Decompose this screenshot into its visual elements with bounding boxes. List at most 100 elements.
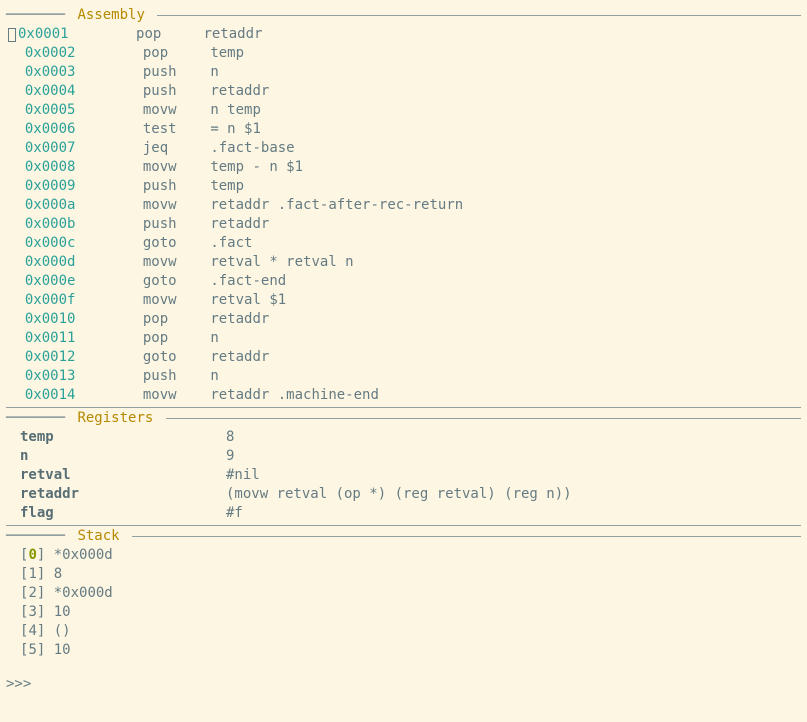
assembly-line[interactable]: 0x000a movw retaddr .fact-after-rec-retu… xyxy=(6,196,801,215)
operands: retval $1 xyxy=(210,292,286,308)
assembly-line[interactable]: 0x000c goto .fact xyxy=(6,234,801,253)
assembly-line[interactable]: 0x0003 push n xyxy=(6,63,801,82)
bracket-close: ] xyxy=(37,547,54,563)
stack-value: 10 xyxy=(54,604,71,620)
stack-value: () xyxy=(54,623,71,639)
spacer xyxy=(75,330,142,346)
operands: retaddr xyxy=(203,26,262,42)
spacer xyxy=(75,102,142,118)
address: 0x0007 xyxy=(25,140,76,156)
gutter xyxy=(8,330,25,346)
bracket-close: ] xyxy=(37,623,54,639)
header-dash-gap xyxy=(149,6,157,25)
stack-row: [5] 10 xyxy=(6,641,801,660)
registers-panel-header: ─────── Registers xyxy=(6,409,801,428)
assembly-line[interactable]: 0x0009 push temp xyxy=(6,177,801,196)
gutter xyxy=(8,254,25,270)
address: 0x000c xyxy=(25,235,76,251)
stack-index: 2 xyxy=(28,585,36,601)
spacer xyxy=(75,121,142,137)
assembly-line[interactable]: 0x000e goto .fact-end xyxy=(6,272,801,291)
operands: = n $1 xyxy=(210,121,261,137)
operands: retaddr .fact-after-rec-return xyxy=(210,197,463,213)
assembly-line[interactable]: 0x0011 pop n xyxy=(6,329,801,348)
register-name: retval xyxy=(20,466,226,485)
repl-prompt[interactable]: >>> xyxy=(6,660,801,694)
register-row: retval#nil xyxy=(6,466,801,485)
spacer xyxy=(75,368,142,384)
assembly-line[interactable]: 0x0012 goto retaddr xyxy=(6,348,801,367)
stack-value: *0x000d xyxy=(54,585,113,601)
assembly-line[interactable]: 0x000f movw retval $1 xyxy=(6,291,801,310)
stack-row: [4] () xyxy=(6,622,801,641)
stack-row: [1] 8 xyxy=(6,565,801,584)
register-value: 8 xyxy=(226,428,234,447)
spacer xyxy=(75,159,142,175)
operands: n temp xyxy=(210,102,261,118)
assembly-line[interactable]: 0x0001 pop retaddr xyxy=(6,25,801,44)
stack-row: [0] *0x000d xyxy=(6,546,801,565)
assembly-line[interactable]: 0x0008 movw temp - n $1 xyxy=(6,158,801,177)
operands: .fact-base xyxy=(210,140,294,156)
assembly-line[interactable]: 0x0004 push retaddr xyxy=(6,82,801,101)
mnemonic: movw xyxy=(143,292,210,308)
gutter xyxy=(8,387,25,403)
header-dash-gap xyxy=(157,409,165,428)
spacer xyxy=(75,387,142,403)
spacer xyxy=(75,64,142,80)
assembly-line[interactable]: 0x0006 test = n $1 xyxy=(6,120,801,139)
operands: .fact-end xyxy=(210,273,286,289)
mnemonic: pop xyxy=(143,311,210,327)
address: 0x0010 xyxy=(25,311,76,327)
address: 0x0013 xyxy=(25,368,76,384)
mnemonic: movw xyxy=(143,254,210,270)
gutter xyxy=(8,45,25,61)
mnemonic: pop xyxy=(143,45,210,61)
spacer xyxy=(75,349,142,365)
register-name: retaddr xyxy=(20,485,226,504)
assembly-line[interactable]: 0x0005 movw n temp xyxy=(6,101,801,120)
assembly-line[interactable]: 0x0014 movw retaddr .machine-end xyxy=(6,386,801,405)
operands: retaddr xyxy=(210,216,269,232)
operands: retaddr xyxy=(210,83,269,99)
address: 0x0006 xyxy=(25,121,76,137)
assembly-listing[interactable]: 0x0001 pop retaddr 0x0002 pop temp 0x000… xyxy=(6,25,801,405)
gutter xyxy=(8,349,25,365)
assembly-line[interactable]: 0x0007 jeq .fact-base xyxy=(6,139,801,158)
assembly-title: Assembly xyxy=(73,6,148,25)
gutter xyxy=(8,216,25,232)
stack-index: 4 xyxy=(28,623,36,639)
mnemonic: test xyxy=(143,121,210,137)
mnemonic: movw xyxy=(143,102,210,118)
mnemonic: push xyxy=(143,178,210,194)
register-row: flag#f xyxy=(6,504,801,523)
address: 0x0002 xyxy=(25,45,76,61)
header-dash-lead: ─────── xyxy=(6,409,73,428)
operands: retval * retval n xyxy=(210,254,353,270)
assembly-line[interactable]: 0x000d movw retval * retval n xyxy=(6,253,801,272)
assembly-line[interactable]: 0x0010 pop retaddr xyxy=(6,310,801,329)
mnemonic: goto xyxy=(143,349,210,365)
mnemonic: goto xyxy=(143,235,210,251)
assembly-line[interactable]: 0x0013 push n xyxy=(6,367,801,386)
gutter xyxy=(8,102,25,118)
register-row: n9 xyxy=(6,447,801,466)
address: 0x0001 xyxy=(18,26,69,42)
address: 0x000e xyxy=(25,273,76,289)
spacer xyxy=(75,292,142,308)
gutter xyxy=(8,311,25,327)
gutter xyxy=(8,64,25,80)
mnemonic: movw xyxy=(143,159,210,175)
assembly-line[interactable]: 0x000b push retaddr xyxy=(6,215,801,234)
spacer xyxy=(75,178,142,194)
register-value: #nil xyxy=(226,466,260,485)
assembly-line[interactable]: 0x0002 pop temp xyxy=(6,44,801,63)
operands: n xyxy=(210,330,218,346)
address: 0x0009 xyxy=(25,178,76,194)
address: 0x0008 xyxy=(25,159,76,175)
mnemonic: pop xyxy=(136,26,203,42)
stack-value: *0x000d xyxy=(54,547,113,563)
register-name: flag xyxy=(20,504,226,523)
stack-value: 8 xyxy=(54,566,62,582)
mnemonic: jeq xyxy=(143,140,210,156)
